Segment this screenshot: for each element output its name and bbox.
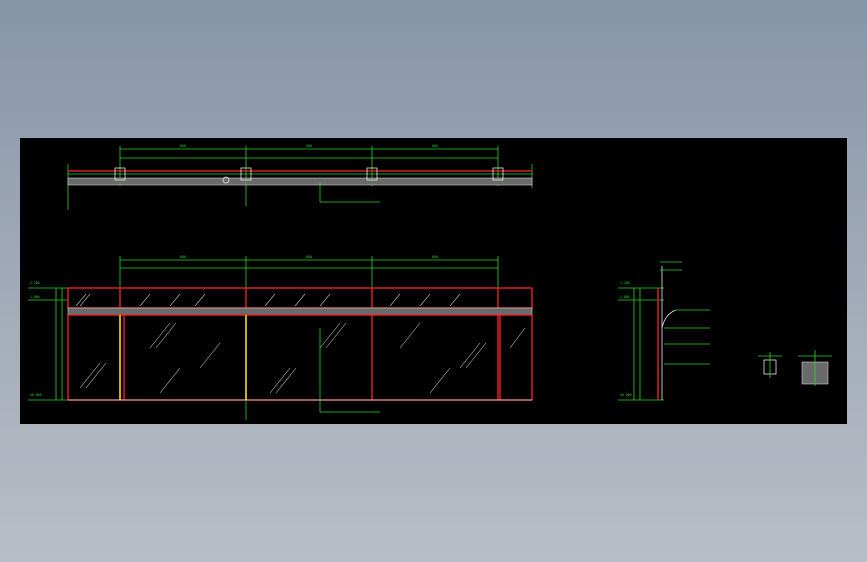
- level-label: 1.200: [30, 281, 40, 285]
- cad-drawing-canvas[interactable]: 600 600 600 600 600 600 1.200 1.000 ±0.0…: [20, 138, 847, 424]
- lower-glass-band: [67, 314, 533, 401]
- section-view: 1.200 1.000 ±0.000: [618, 261, 710, 401]
- level-label: ±0.000: [30, 393, 42, 397]
- section-level: 1.000: [620, 295, 630, 299]
- elevation-span-label: 600: [180, 255, 186, 259]
- plan-span-label: 600: [180, 144, 186, 148]
- plan-slab: [67, 177, 533, 186]
- level-label: 1.000: [30, 295, 40, 299]
- drawing-svg: 600 600 600 600 600 600 1.200 1.000 ±0.0…: [28, 144, 832, 420]
- detail-views: [758, 350, 832, 386]
- elevation-span-label: 600: [432, 255, 438, 259]
- plan-span-label: 600: [432, 144, 438, 148]
- section-level: ±0.000: [620, 393, 632, 397]
- plan-span-label: 600: [306, 144, 312, 148]
- elevation-view: 600 600 600 1.200 1.000 ±0.000: [28, 255, 533, 420]
- elevation-span-label: 600: [306, 255, 312, 259]
- elevation-slab: [67, 307, 533, 316]
- upper-glass-band: [67, 287, 533, 309]
- section-level: 1.200: [620, 281, 630, 285]
- plan-view: 600 600 600: [67, 144, 533, 210]
